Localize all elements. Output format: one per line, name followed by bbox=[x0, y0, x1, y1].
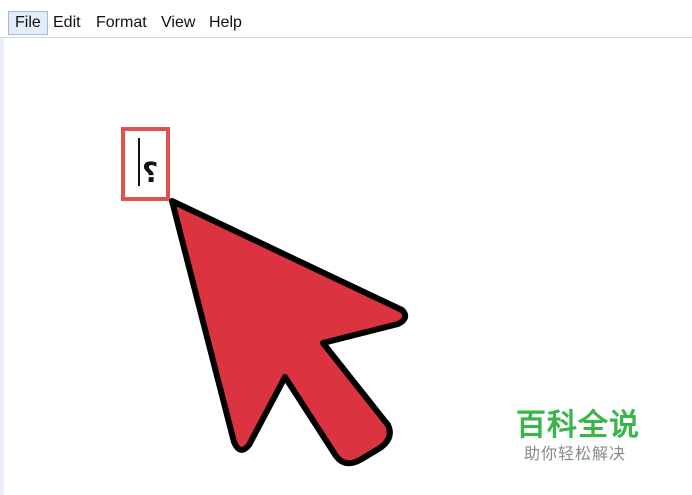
menu-edit[interactable]: Edit bbox=[47, 11, 87, 35]
menu-bar: File Edit Format View Help bbox=[0, 0, 692, 38]
menu-help[interactable]: Help bbox=[203, 11, 248, 35]
menu-format[interactable]: Format bbox=[90, 11, 153, 35]
watermark-subtitle: 助你轻松解决 bbox=[524, 444, 627, 463]
notepad-window: File Edit Format View Help ؟ 百科全说 助你轻松解决 bbox=[0, 0, 692, 495]
menu-view[interactable]: View bbox=[155, 11, 201, 35]
menu-file[interactable]: File bbox=[8, 11, 48, 35]
watermark-title: 百科全说 bbox=[516, 408, 640, 443]
